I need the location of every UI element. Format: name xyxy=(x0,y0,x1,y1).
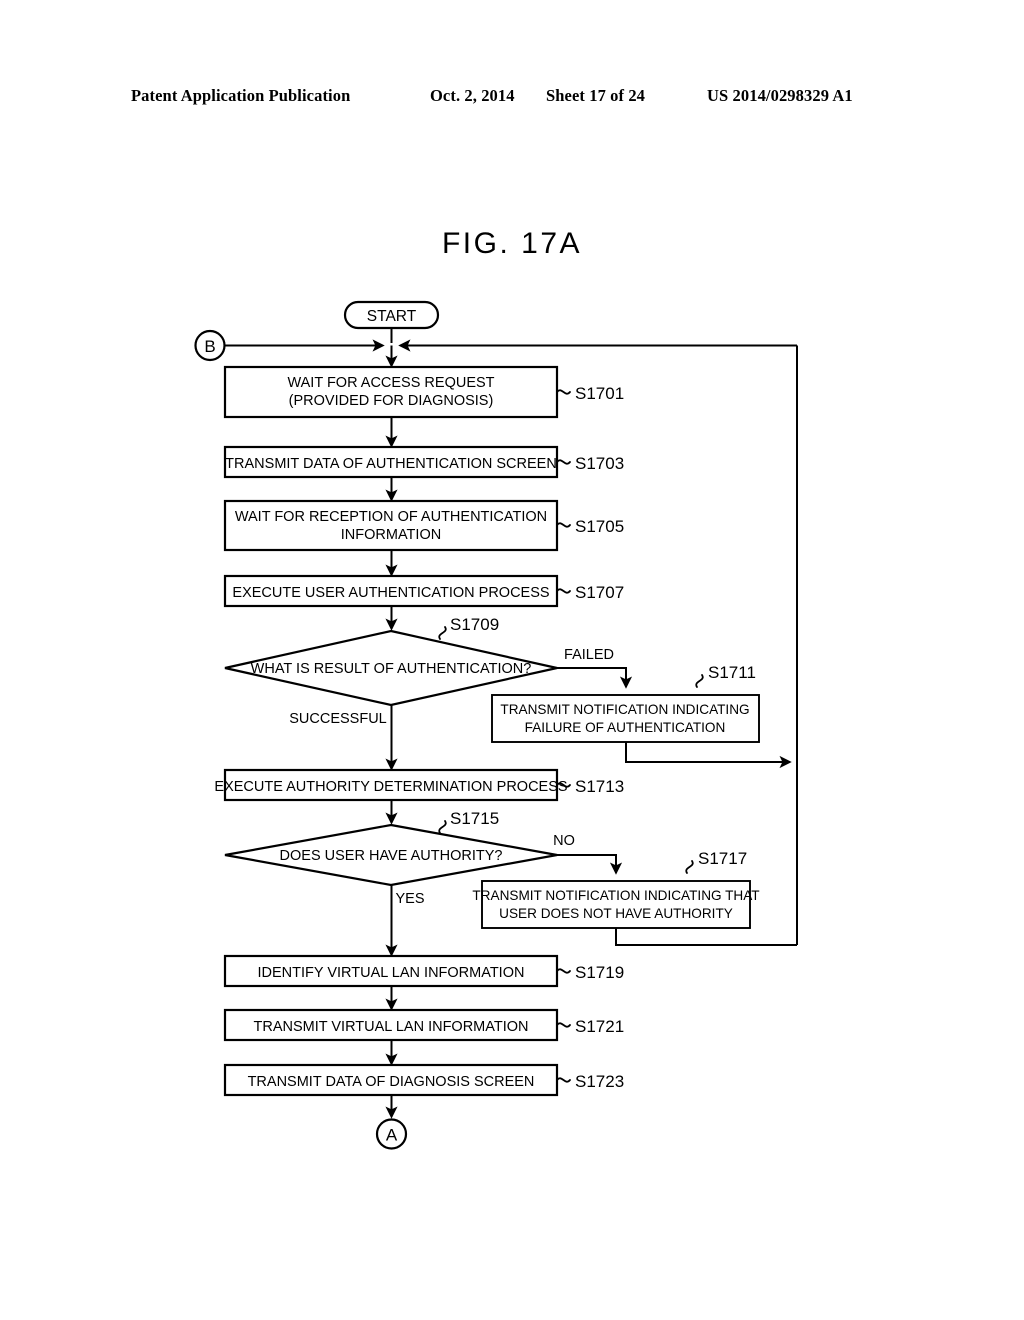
node-s1721: TRANSMIT VIRTUAL LAN INFORMATION S1721 xyxy=(223,1008,624,1042)
node-s1701: WAIT FOR ACCESS REQUEST (PROVIDED FOR DI… xyxy=(223,365,624,419)
edge-s1711-to-return xyxy=(625,742,792,769)
node-s1709-line-1: WHAT IS RESULT OF AUTHENTICATION? xyxy=(251,661,532,677)
node-s1717-line-1: TRANSMIT NOTIFICATION INDICATING THAT xyxy=(472,888,759,903)
step-label-s1709: S1709 xyxy=(450,615,499,634)
node-s1719: IDENTIFY VIRTUAL LAN INFORMATION S1719 xyxy=(223,954,624,988)
connector-b-label: B xyxy=(204,337,215,356)
step-label-s1719: S1719 xyxy=(575,963,624,982)
step-label-s1723: S1723 xyxy=(575,1072,624,1091)
node-s1701-line-1: WAIT FOR ACCESS REQUEST xyxy=(287,375,494,391)
edge-s1717-to-return xyxy=(615,928,797,946)
branch-label-s1709-failed: FAILED xyxy=(564,647,614,663)
step-label-s1721: S1721 xyxy=(575,1017,624,1036)
node-start: START xyxy=(343,300,440,330)
branch-label-s1715-no: NO xyxy=(553,833,575,849)
node-s1715-line-1: DOES USER HAVE AUTHORITY? xyxy=(280,848,503,864)
node-s1705-line-2: INFORMATION xyxy=(341,527,441,543)
node-s1711-line-2: FAILURE OF AUTHENTICATION xyxy=(525,720,726,735)
connector-a: A xyxy=(375,1118,408,1150)
node-s1723-line-1: TRANSMIT DATA OF DIAGNOSIS SCREEN xyxy=(248,1074,535,1090)
step-label-s1705: S1705 xyxy=(575,517,624,536)
step-label-s1713: S1713 xyxy=(575,777,624,796)
step-label-s1701: S1701 xyxy=(575,384,624,403)
connector-a-label: A xyxy=(386,1126,398,1145)
node-s1721-line-1: TRANSMIT VIRTUAL LAN INFORMATION xyxy=(254,1019,529,1035)
node-s1707-line-1: EXECUTE USER AUTHENTICATION PROCESS xyxy=(232,585,549,601)
step-label-s1707: S1707 xyxy=(575,583,624,602)
edge-s1709-failed xyxy=(557,667,633,689)
branch-label-s1709-successful: SUCCESSFUL xyxy=(289,711,387,727)
node-s1719-line-1: IDENTIFY VIRTUAL LAN INFORMATION xyxy=(258,965,525,981)
node-s1713-line-1: EXECUTE AUTHORITY DETERMINATION PROCESS xyxy=(214,779,567,795)
node-s1717-line-2: USER DOES NOT HAVE AUTHORITY xyxy=(499,906,733,921)
node-s1703-line-1: TRANSMIT DATA OF AUTHENTICATION SCREEN xyxy=(225,456,557,472)
flowchart-diagram: START B WAIT FOR ACCESS REQUEST (PROVIDE… xyxy=(194,300,798,1150)
step-label-s1717: S1717 xyxy=(698,849,747,868)
node-s1723: TRANSMIT DATA OF DIAGNOSIS SCREEN S1723 xyxy=(223,1063,624,1097)
node-s1705-line-1: WAIT FOR RECEPTION OF AUTHENTICATION xyxy=(235,509,547,525)
node-s1713: EXECUTE AUTHORITY DETERMINATION PROCESS … xyxy=(214,768,624,802)
step-label-s1715: S1715 xyxy=(450,809,499,828)
step-label-s1711: S1711 xyxy=(708,663,756,682)
branch-label-s1715-yes: YES xyxy=(395,891,424,907)
edge-s1715-no xyxy=(557,854,623,875)
step-label-s1703: S1703 xyxy=(575,454,624,473)
node-start-label: START xyxy=(367,308,417,325)
node-s1711-line-1: TRANSMIT NOTIFICATION INDICATING xyxy=(500,702,749,717)
node-s1707: EXECUTE USER AUTHENTICATION PROCESS S170… xyxy=(223,574,624,608)
patent-figure-page: Patent Application Publication Oct. 2, 2… xyxy=(0,0,1024,1320)
node-s1703: TRANSMIT DATA OF AUTHENTICATION SCREEN S… xyxy=(223,445,624,479)
connector-b: B xyxy=(194,329,226,362)
node-s1701-line-2: (PROVIDED FOR DIAGNOSIS) xyxy=(289,393,494,409)
node-s1705: WAIT FOR RECEPTION OF AUTHENTICATION INF… xyxy=(223,499,624,552)
